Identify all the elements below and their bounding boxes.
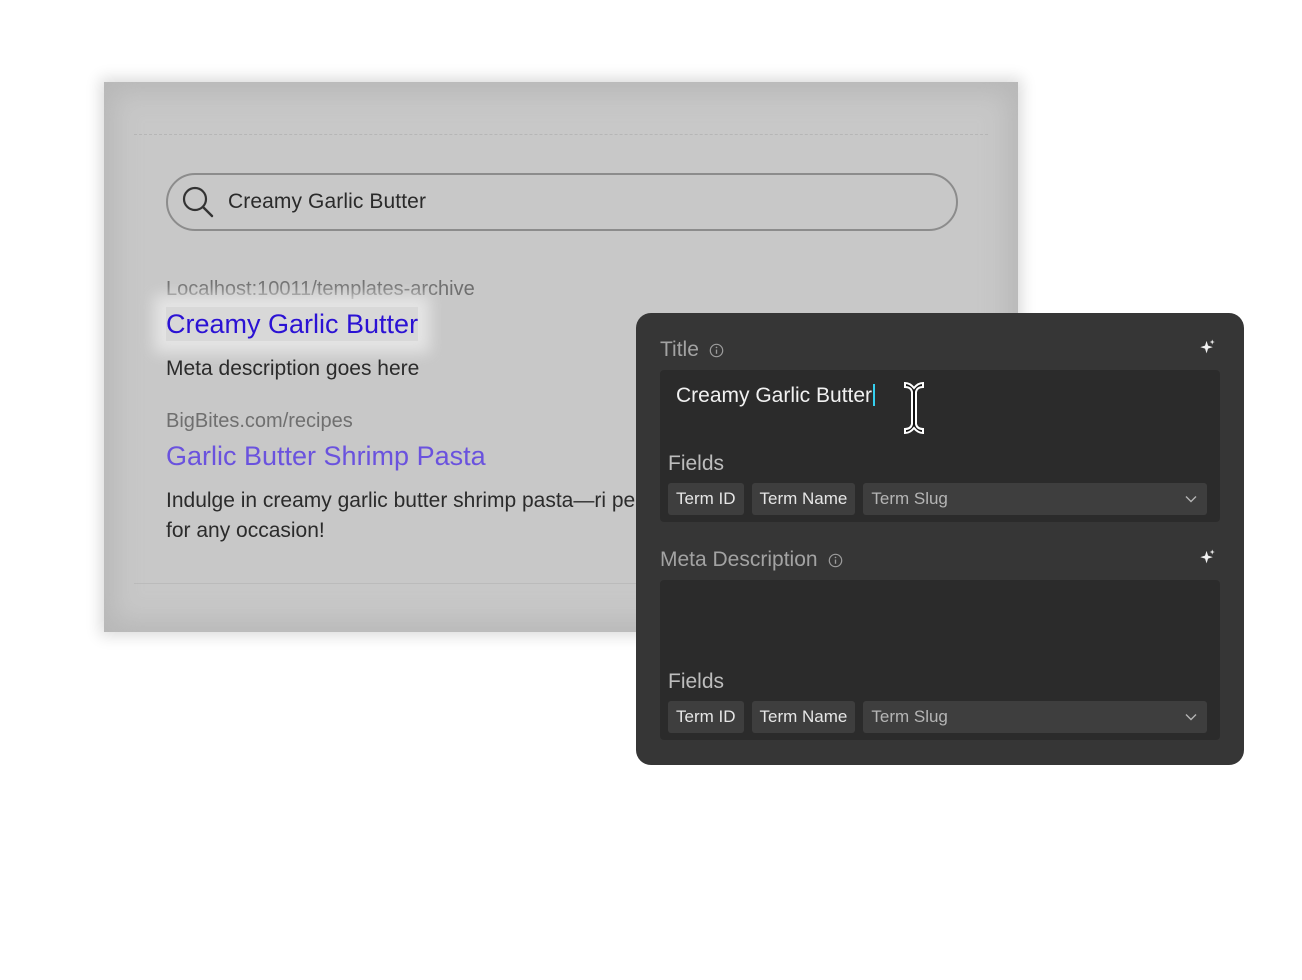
- search-bar[interactable]: Creamy Garlic Butter: [166, 173, 958, 231]
- result-description: Indulge in creamy garlic butter shrimp p…: [166, 489, 677, 542]
- meta-section-label: Meta Description: [660, 548, 843, 572]
- result-title-link[interactable]: Creamy Garlic Butter: [166, 307, 419, 341]
- fields-label: Fields: [668, 670, 725, 693]
- field-chips: Term ID Term Name Term Slug: [668, 701, 1208, 733]
- meta-description-label: Meta Description: [660, 548, 818, 571]
- term-slug-select[interactable]: Term Slug: [863, 701, 1208, 733]
- title-input[interactable]: Creamy Garlic Butter: [676, 384, 876, 408]
- search-icon: [182, 186, 214, 218]
- title-field[interactable]: Creamy Garlic Butter Fields Term ID Term…: [660, 370, 1220, 522]
- result-description: Meta description goes here: [166, 357, 420, 380]
- sparkle-icon[interactable]: [1199, 549, 1216, 566]
- term-name-chip[interactable]: Term Name: [751, 483, 856, 515]
- term-name-chip[interactable]: Term Name: [751, 701, 856, 733]
- chevron-down-icon: [1185, 714, 1197, 721]
- result-title-link[interactable]: Garlic Butter Shrimp Pasta: [166, 441, 486, 472]
- info-icon[interactable]: [709, 343, 724, 358]
- sparkle-icon[interactable]: [1199, 339, 1216, 356]
- meta-description-field[interactable]: Fields Term ID Term Name Term Slug: [660, 580, 1220, 740]
- text-caret: [873, 384, 876, 406]
- field-chips: Term ID Term Name Term Slug: [668, 483, 1208, 515]
- term-slug-select[interactable]: Term Slug: [863, 483, 1208, 515]
- term-id-chip[interactable]: Term ID: [668, 701, 744, 733]
- chevron-down-icon: [1185, 496, 1197, 503]
- result-url: BigBites.com/recipes: [166, 410, 353, 432]
- title-label: Title: [660, 338, 699, 361]
- result-title[interactable]: Creamy Garlic Butter: [166, 307, 419, 341]
- fields-label: Fields: [668, 452, 725, 475]
- term-slug-label: Term Slug: [871, 489, 948, 508]
- info-icon[interactable]: [828, 553, 843, 568]
- search-input[interactable]: Creamy Garlic Butter: [228, 190, 426, 214]
- term-slug-label: Term Slug: [871, 707, 948, 726]
- text-cursor-icon: [904, 381, 924, 435]
- term-id-chip[interactable]: Term ID: [668, 483, 744, 515]
- result-url: Localhost:10011/templates-archive: [166, 278, 475, 300]
- title-section-label: Title: [660, 338, 724, 362]
- seo-settings-panel: Title Creamy Garlic Butter Fields Term I…: [636, 313, 1244, 765]
